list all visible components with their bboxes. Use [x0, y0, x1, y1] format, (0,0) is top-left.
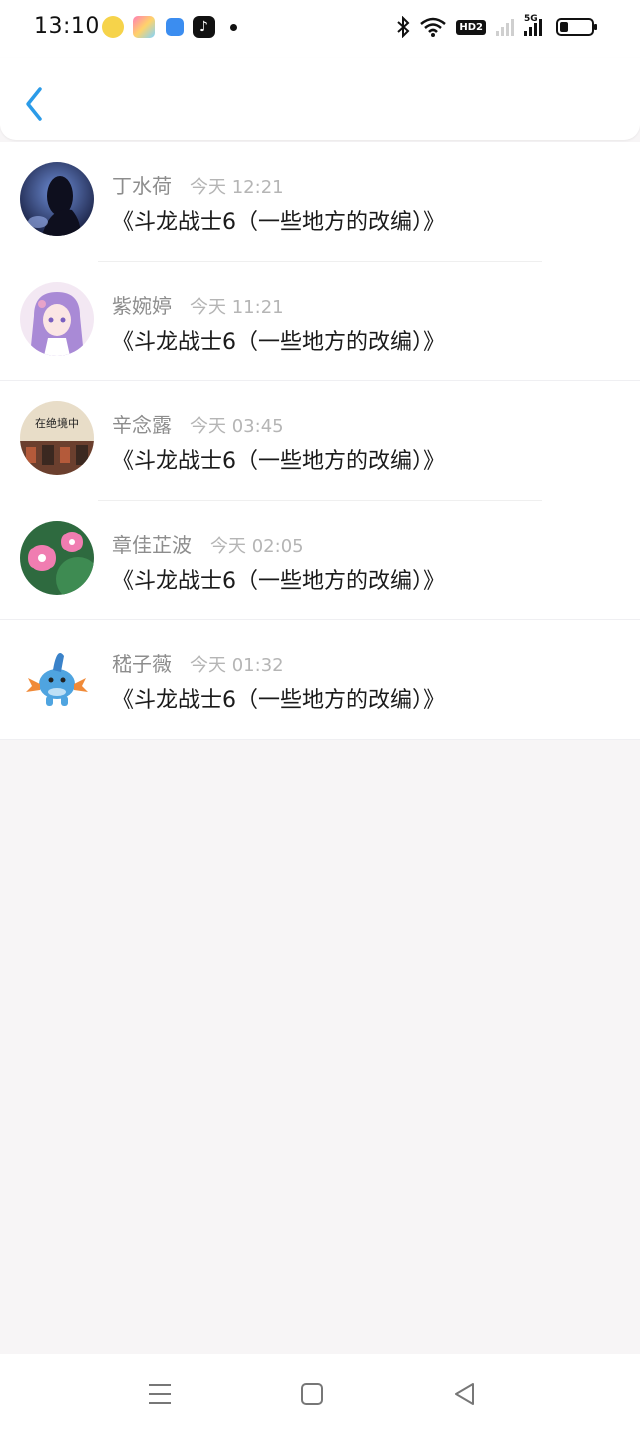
home-icon	[301, 1383, 323, 1405]
more-dot-icon	[230, 23, 237, 31]
avatar[interactable]	[20, 281, 94, 356]
system-back-button[interactable]	[451, 1380, 479, 1408]
blue-app-icon	[166, 18, 184, 36]
avatar[interactable]	[20, 162, 94, 236]
commenter-name[interactable]: 丁水荷	[112, 170, 172, 199]
game-app-icon	[133, 16, 155, 38]
commenter-name[interactable]: 章佳芷波	[112, 529, 192, 558]
wifi-icon	[420, 17, 447, 37]
avatar[interactable]	[20, 640, 94, 714]
menu-button[interactable]	[146, 1380, 174, 1408]
commenter-name[interactable]: 嵇子薇	[112, 648, 172, 677]
header	[0, 58, 640, 140]
status-bar: 13:10 ♪ HD2 5G	[0, 0, 640, 58]
battery-icon	[556, 18, 597, 36]
avatar-caption: 在绝境中	[35, 416, 79, 430]
back-triangle-icon	[455, 1383, 474, 1405]
avatar[interactable]	[20, 520, 94, 595]
home-button[interactable]	[298, 1380, 326, 1408]
emoji-app-icon	[102, 16, 124, 38]
comment-list: 丁水荷 今天 12:21 《斗龙战士6（一些地方的改编）》 紫婉婷 今天 11:…	[0, 142, 640, 740]
signal-5g-icon: 5G	[524, 14, 542, 36]
comment-message: 《斗龙战士6（一些地方的改编）》	[112, 449, 445, 474]
status-time: 13:10	[34, 14, 100, 39]
hd-voice-icon: HD2	[456, 19, 486, 35]
tiktok-icon: ♪	[193, 16, 215, 38]
list-item[interactable]: 嵇子薇 今天 01:32 《斗龙战士6（一些地方的改编）》	[0, 620, 640, 740]
system-icons: HD2 5G	[396, 14, 597, 38]
comment-message: 《斗龙战士6（一些地方的改编）》	[112, 568, 445, 594]
list-item[interactable]: 章佳芷波 今天 02:05 《斗龙战士6（一些地方的改编）》	[0, 500, 640, 620]
comment-message: 《斗龙战士6（一些地方的改编）》	[112, 210, 445, 235]
bluetooth-icon	[397, 16, 410, 38]
list-item[interactable]: 在绝境中 辛念露 今天 03:45 《斗龙战士6（一些地方的改编）》	[0, 381, 640, 501]
comment-message: 《斗龙战士6（一些地方的改编）》	[112, 688, 445, 713]
comment-time: 今天 11:21	[190, 296, 284, 318]
network-label: 5G	[524, 14, 538, 24]
comment-time: 今天 01:32	[190, 655, 284, 676]
chevron-left-icon	[26, 87, 42, 121]
comment-message: 《斗龙战士6（一些地方的改编）》	[112, 329, 445, 355]
back-button[interactable]	[20, 84, 50, 124]
menu-icon	[149, 1384, 171, 1404]
list-item[interactable]: 丁水荷 今天 12:21 《斗龙战士6（一些地方的改编）》	[0, 142, 640, 262]
commenter-name[interactable]: 紫婉婷	[112, 290, 172, 319]
navigation-bar	[0, 1354, 640, 1433]
avatar[interactable]: 在绝境中	[20, 401, 94, 475]
comment-time: 今天 12:21	[190, 177, 284, 198]
comment-time: 今天 03:45	[190, 416, 284, 437]
signal-sim1-icon	[496, 18, 514, 36]
notification-icons: ♪	[102, 16, 237, 38]
list-item[interactable]: 紫婉婷 今天 11:21 《斗龙战士6（一些地方的改编）》	[0, 261, 640, 381]
commenter-name[interactable]: 辛念露	[112, 409, 172, 438]
comment-time: 今天 02:05	[210, 535, 304, 557]
